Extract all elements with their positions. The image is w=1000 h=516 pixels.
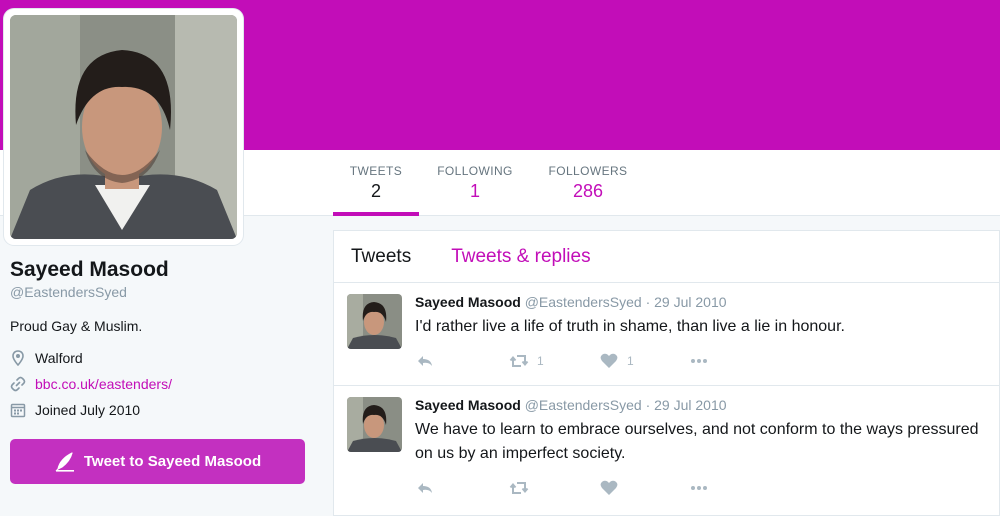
retweet-icon <box>509 482 529 494</box>
retweet-button[interactable]: 1 <box>509 351 599 371</box>
tweet-text: We have to learn to embrace ourselves, a… <box>415 421 979 462</box>
profile-card: Sayeed Masood @EastendersSyed Proud Gay … <box>10 258 310 419</box>
tweet-author[interactable]: Sayeed Masood <box>415 294 521 310</box>
tweet-item[interactable]: Sayeed Masood @EastendersSyed · 29 Jul 2… <box>334 283 999 386</box>
retweet-count: 1 <box>537 354 544 368</box>
link-icon <box>10 376 26 392</box>
profile-website-link[interactable]: bbc.co.uk/eastenders/ <box>35 376 172 392</box>
tweet-separator: · <box>645 397 651 413</box>
tweet-to-button[interactable]: Tweet to Sayeed Masood <box>10 439 305 484</box>
nav-followers-count: 286 <box>572 181 604 201</box>
nav-following-label: FOLLOWING <box>437 164 513 178</box>
profile-joined-text: Joined July 2010 <box>35 402 141 418</box>
like-button[interactable] <box>599 478 689 498</box>
profile-joined: Joined July 2010 <box>10 401 310 419</box>
nav-following[interactable]: FOLLOWING 1 <box>430 150 520 216</box>
tweet-separator: · <box>645 294 651 310</box>
tweet-actions: 1 1 <box>415 351 709 371</box>
more-dots-icon <box>691 486 707 490</box>
heart-icon <box>600 353 618 368</box>
profile-location: Walford <box>10 349 310 367</box>
nav-followers-label: FOLLOWERS <box>548 164 628 178</box>
reply-button[interactable] <box>415 478 509 498</box>
tweet-text: I'd rather live a life of truth in shame… <box>415 318 845 335</box>
retweet-button[interactable] <box>509 478 599 498</box>
tweet-handle[interactable]: @EastendersSyed <box>525 294 642 310</box>
profile-name[interactable]: Sayeed Masood <box>10 258 310 282</box>
tweet-avatar[interactable] <box>347 397 402 452</box>
reply-icon <box>418 356 432 366</box>
timeline-tabs: Tweets Tweets & replies <box>334 231 999 283</box>
nav-tweets-label: TWEETS <box>349 164 403 178</box>
reply-icon <box>418 483 432 493</box>
tweet-header: Sayeed Masood @EastendersSyed · 29 Jul 2… <box>415 397 727 413</box>
compose-quill-icon <box>55 451 74 472</box>
profile-avatar[interactable] <box>4 9 243 245</box>
reply-button[interactable] <box>415 351 509 371</box>
avatar-photo <box>10 15 237 239</box>
more-button[interactable] <box>689 478 709 498</box>
tweet-handle[interactable]: @EastendersSyed <box>525 397 642 413</box>
location-pin-icon <box>12 350 24 366</box>
nav-following-count: 1 <box>469 181 480 201</box>
retweet-icon <box>509 355 529 367</box>
heart-icon <box>600 480 618 495</box>
tweet-to-label: Tweet to Sayeed Masood <box>83 453 262 470</box>
tweet-avatar[interactable] <box>347 294 402 349</box>
tweet-author[interactable]: Sayeed Masood <box>415 397 521 413</box>
more-button[interactable] <box>689 351 709 371</box>
like-button[interactable]: 1 <box>599 351 689 371</box>
tweet-actions <box>415 478 709 498</box>
timeline: Tweets Tweets & replies Sayeed Masood @E… <box>333 230 1000 516</box>
profile-website[interactable]: bbc.co.uk/eastenders/ <box>10 375 310 393</box>
tweet-date[interactable]: 29 Jul 2010 <box>654 397 726 413</box>
tab-tweets[interactable]: Tweets <box>351 246 411 268</box>
tweet-item[interactable]: Sayeed Masood @EastendersSyed · 29 Jul 2… <box>334 386 999 495</box>
nav-tweets[interactable]: TWEETS 2 <box>333 150 419 216</box>
nav-followers[interactable]: FOLLOWERS 286 <box>540 150 636 216</box>
like-count: 1 <box>627 354 634 368</box>
profile-handle[interactable]: @EastendersSyed <box>10 284 310 300</box>
tab-tweets-replies[interactable]: Tweets & replies <box>451 246 590 268</box>
profile-bio: Proud Gay & Muslim. <box>10 318 143 334</box>
nav-tweets-count: 2 <box>370 181 381 201</box>
more-dots-icon <box>691 359 707 363</box>
tweet-date[interactable]: 29 Jul 2010 <box>654 294 726 310</box>
tweet-header: Sayeed Masood @EastendersSyed · 29 Jul 2… <box>415 294 727 310</box>
calendar-icon <box>10 403 26 418</box>
profile-location-text: Walford <box>35 350 83 366</box>
